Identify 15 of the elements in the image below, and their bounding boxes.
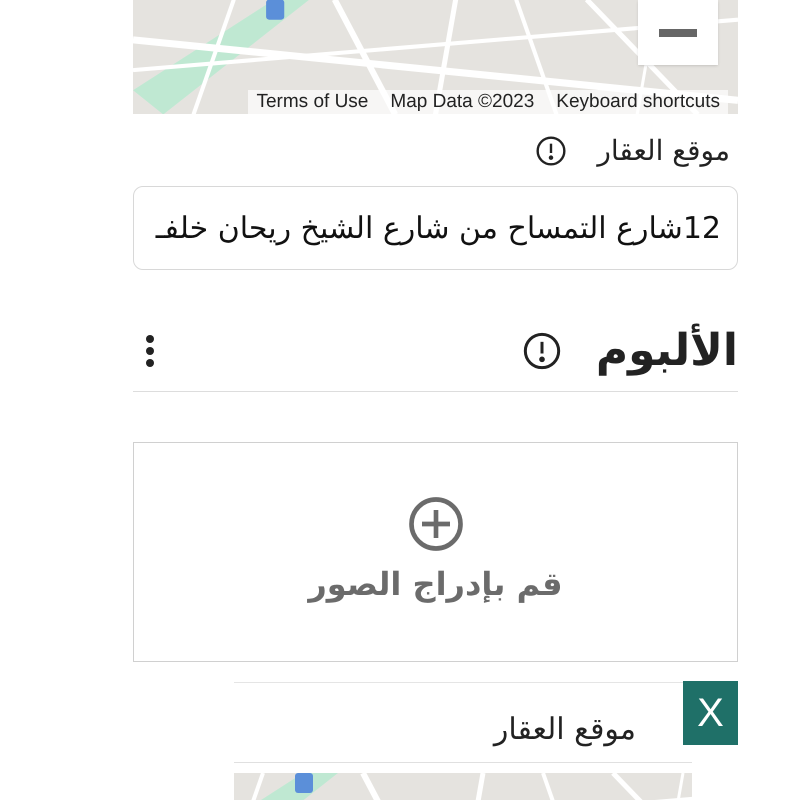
minus-icon [659,28,697,36]
info-icon[interactable] [522,330,562,370]
section-title: الألبوم [596,322,738,378]
attribution-link[interactable]: Keyboard shortcuts [556,88,720,114]
add-icon [408,496,464,552]
dialog-title: موقع العقار [494,711,636,749]
attribution-link[interactable]: Map Data ©2023 [390,88,534,114]
info-icon[interactable] [535,135,568,167]
address-field[interactable]: 12شارع التمساح من شارع الشيخ ريحان خلفـ [133,186,738,270]
field-label: موقع العقار [597,133,730,169]
more-icon[interactable] [145,334,155,368]
zoom-out-button[interactable] [638,0,718,65]
close-button[interactable]: X [683,681,738,745]
upload-area[interactable]: قم بإدراج الصور [133,442,738,662]
attribution-link[interactable]: Terms of Use [256,88,368,114]
